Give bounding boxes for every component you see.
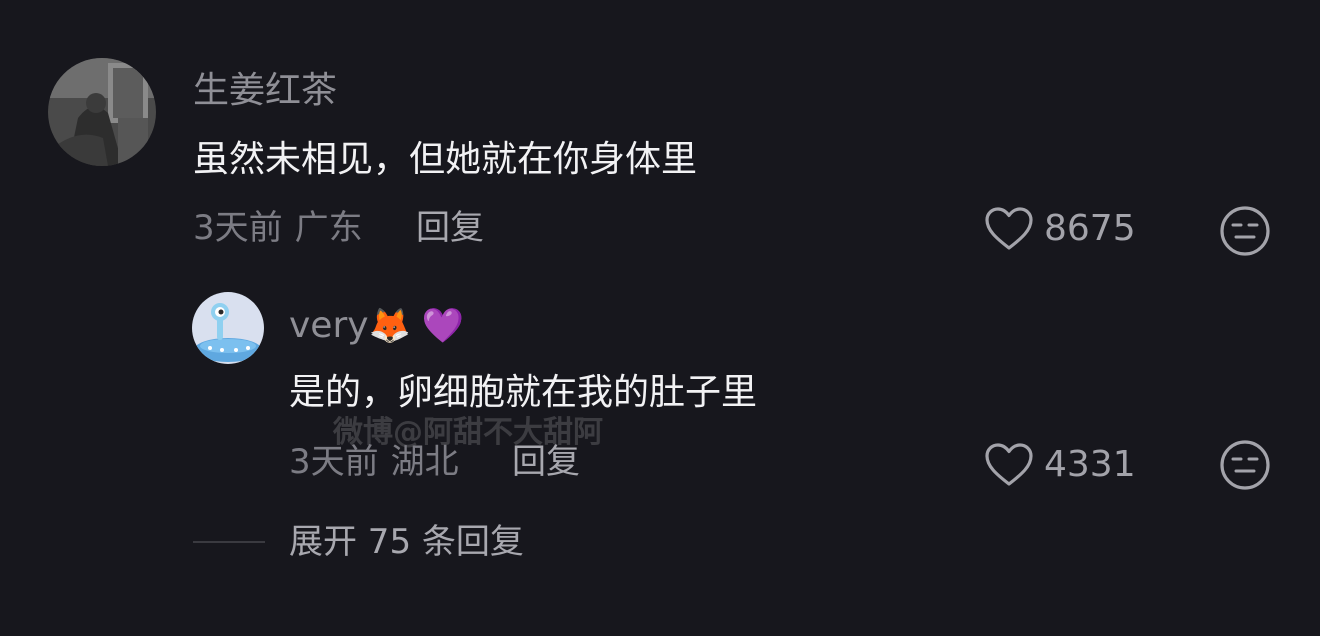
comment-emoji-button[interactable]	[1219, 205, 1271, 261]
comment-text: 虽然未相见，但她就在你身体里	[193, 139, 698, 180]
meh-face-icon	[1220, 440, 1270, 490]
reply-like-button[interactable]: 4331	[984, 442, 1136, 488]
reply-time: 3天前	[289, 442, 379, 482]
comment-time: 3天前	[193, 208, 283, 248]
alien-ufo-avatar	[192, 292, 264, 364]
comment-meta: 3天前 广东	[193, 208, 363, 248]
reply-meta: 3天前 湖北	[289, 442, 459, 482]
reply-username[interactable]: very🦊 💜	[289, 305, 465, 347]
reply-emoji-button[interactable]	[1219, 439, 1271, 495]
reply-username-emojis: 🦊 💜	[368, 306, 465, 346]
heart-outline-icon	[985, 443, 1033, 486]
expand-divider	[193, 541, 265, 543]
meh-face-icon	[1220, 206, 1270, 256]
reply-text: 是的，卵细胞就在我的肚子里	[289, 372, 758, 413]
reply-avatar[interactable]	[192, 292, 264, 364]
comment-like-count: 8675	[1044, 208, 1136, 249]
comment-section: 生姜红茶 虽然未相见，但她就在你身体里 3天前 广东 回复 8675 very🦊…	[0, 0, 1320, 636]
heart-outline-icon	[985, 207, 1033, 250]
expand-replies-button[interactable]: 展开 75 条回复	[289, 522, 524, 562]
reply-like-count: 4331	[1044, 444, 1136, 485]
comment-username[interactable]: 生姜红茶	[193, 71, 337, 111]
comment-like-button[interactable]: 8675	[984, 206, 1136, 252]
reply-username-text: very	[289, 305, 369, 346]
reply-reply-button[interactable]: 回复	[512, 442, 580, 482]
comment-reply-button[interactable]: 回复	[416, 208, 484, 248]
avatar-photo	[48, 58, 156, 166]
reply-region: 湖北	[390, 442, 459, 482]
expand-replies-row: 展开 75 条回复	[193, 522, 524, 562]
comment-region: 广东	[294, 208, 363, 248]
avatar[interactable]	[48, 58, 156, 166]
